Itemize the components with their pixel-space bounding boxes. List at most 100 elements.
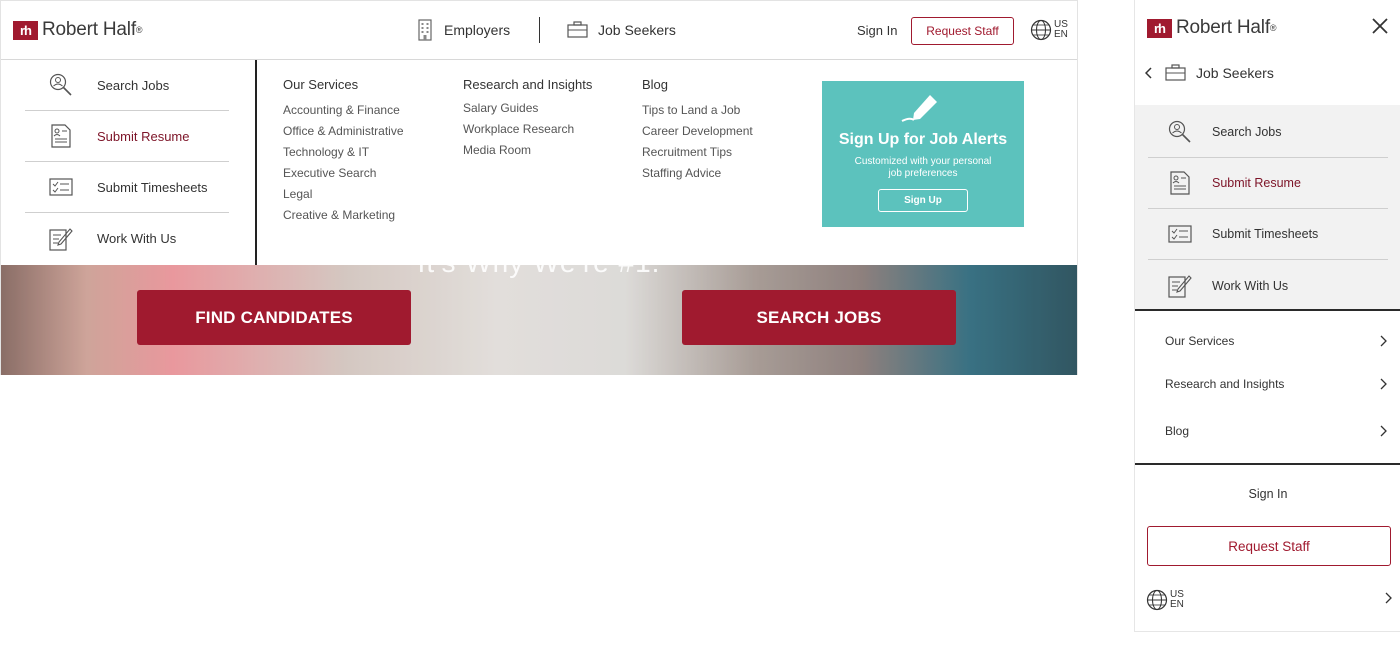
section-label: Our Services xyxy=(1165,334,1235,348)
timesheet-icon xyxy=(49,178,73,196)
job-seekers-mega-menu: Our Services Accounting & Finance Office… xyxy=(257,60,1077,265)
mobile-menu-panel: rh Robert Half ® Job Seekers Search Jobs … xyxy=(1134,0,1400,632)
quick-link-label: Submit Timesheets xyxy=(1212,227,1319,241)
quick-link-search-jobs[interactable]: Search Jobs xyxy=(25,60,229,111)
find-candidates-button[interactable]: FIND CANDIDATES xyxy=(137,290,411,345)
nav-employers[interactable]: Employers xyxy=(418,19,510,41)
quick-link-work-with-us[interactable]: Work With Us xyxy=(1148,260,1388,311)
logo-registered: ® xyxy=(135,25,143,35)
locale-selector[interactable]: US EN xyxy=(1030,19,1068,41)
quick-link-label: Work With Us xyxy=(97,231,177,246)
quick-link-submit-resume[interactable]: Submit Resume xyxy=(25,111,229,162)
chevron-right-icon[interactable] xyxy=(1384,592,1392,604)
menu-link[interactable]: Technology & IT xyxy=(283,142,404,163)
quick-link-label: Search Jobs xyxy=(1212,125,1282,139)
back-to-job-seekers[interactable]: Job Seekers xyxy=(1145,64,1274,81)
quick-link-submit-resume[interactable]: Submit Resume xyxy=(1148,158,1388,209)
logo-registered: ® xyxy=(1269,23,1277,33)
robert-half-logo[interactable]: rh Robert Half ® xyxy=(1147,17,1277,39)
timesheet-icon xyxy=(1168,225,1192,243)
nav-divider xyxy=(539,17,540,43)
menu-column-heading[interactable]: Blog xyxy=(642,77,753,92)
mobile-request-staff-button[interactable]: Request Staff xyxy=(1147,526,1391,566)
quick-link-label: Submit Resume xyxy=(1212,176,1301,190)
resume-icon xyxy=(51,124,71,148)
job-alerts-promo: Sign Up for Job Alerts Customized with y… xyxy=(822,81,1024,227)
menu-column-heading[interactable]: Research and Insights xyxy=(463,77,592,92)
quick-link-label: Search Jobs xyxy=(97,77,170,93)
menu-link[interactable]: Office & Administrative xyxy=(283,121,404,142)
request-staff-button[interactable]: Request Staff xyxy=(911,17,1014,45)
quick-link-work-with-us[interactable]: Work With Us xyxy=(25,213,229,264)
globe-icon xyxy=(1030,19,1052,41)
mobile-locale-selector[interactable]: US EN xyxy=(1146,589,1184,611)
mobile-sign-in-link[interactable]: Sign In xyxy=(1135,487,1400,501)
logo-text: Robert Half xyxy=(1176,17,1270,38)
mobile-quick-links: Search Jobs Submit Resume Submit Timeshe… xyxy=(1135,105,1400,311)
menu-link[interactable]: Creative & Marketing xyxy=(283,205,404,226)
quick-link-label: Submit Timesheets xyxy=(97,179,208,195)
menu-link[interactable]: Staffing Advice xyxy=(642,163,753,184)
menu-link[interactable]: Salary Guides xyxy=(463,98,592,119)
hero-tagline: It's Why We're #1. xyxy=(1,265,1077,279)
menu-link[interactable]: Tips to Land a Job xyxy=(642,100,753,121)
globe-icon xyxy=(1146,589,1168,611)
promo-subtitle: Customized with your personal job prefer… xyxy=(854,156,992,179)
menu-link[interactable]: Media Room xyxy=(463,140,592,161)
menu-column-heading[interactable]: Our Services xyxy=(283,77,404,92)
search-person-icon xyxy=(1168,120,1191,143)
chevron-left-icon xyxy=(1145,66,1152,79)
quick-link-submit-timesheets[interactable]: Submit Timesheets xyxy=(25,162,229,213)
quick-link-submit-timesheets[interactable]: Submit Timesheets xyxy=(1148,209,1388,260)
mobile-section-blog[interactable]: Blog xyxy=(1165,424,1387,438)
pen-document-icon xyxy=(49,227,73,251)
locale-language: EN xyxy=(1170,599,1184,610)
search-jobs-button[interactable]: SEARCH JOBS xyxy=(682,290,956,345)
menu-column-blog: Blog Tips to Land a Job Career Developme… xyxy=(642,77,753,184)
top-navigation-bar: rh Robert Half ® Employers Job Seekers Si… xyxy=(1,1,1077,60)
section-divider xyxy=(1135,463,1400,465)
menu-link[interactable]: Legal xyxy=(283,184,404,205)
robert-half-logo[interactable]: rh Robert Half ® xyxy=(13,19,143,41)
mobile-section-research[interactable]: Research and Insights xyxy=(1165,377,1387,391)
section-label: Blog xyxy=(1165,424,1190,438)
menu-column-research: Research and Insights Salary Guides Work… xyxy=(463,77,592,161)
mobile-section-our-services[interactable]: Our Services xyxy=(1165,334,1387,348)
menu-link[interactable]: Recruitment Tips xyxy=(642,142,753,163)
menu-link[interactable]: Workplace Research xyxy=(463,119,592,140)
back-label: Job Seekers xyxy=(1196,64,1274,81)
quick-link-label: Work With Us xyxy=(1212,278,1289,293)
nav-job-seekers-label: Job Seekers xyxy=(598,21,676,38)
menu-link[interactable]: Executive Search xyxy=(283,163,404,184)
pen-document-icon xyxy=(1168,274,1192,298)
promo-title: Sign Up for Job Alerts xyxy=(838,131,1008,148)
logo-mark: rh xyxy=(1147,18,1172,38)
sign-up-button[interactable]: Sign Up xyxy=(878,189,968,212)
locale-code: US EN xyxy=(1170,590,1184,610)
briefcase-icon xyxy=(567,21,588,38)
quick-link-label: Submit Resume xyxy=(97,128,190,144)
menu-column-our-services: Our Services Accounting & Finance Office… xyxy=(283,77,404,226)
pencil-signature-icon xyxy=(901,95,937,122)
logo-mark: rh xyxy=(13,20,38,40)
nav-employers-label: Employers xyxy=(444,22,511,38)
locale-language: EN xyxy=(1054,29,1068,40)
chevron-right-icon xyxy=(1380,425,1387,437)
close-icon[interactable] xyxy=(1370,16,1390,36)
sign-in-link[interactable]: Sign In xyxy=(857,23,897,38)
locale-code: US EN xyxy=(1054,20,1068,40)
nav-job-seekers[interactable]: Job Seekers xyxy=(567,21,676,38)
quick-link-search-jobs[interactable]: Search Jobs xyxy=(1148,107,1388,158)
briefcase-icon xyxy=(1165,64,1186,81)
desktop-view: rh Robert Half ® Employers Job Seekers Si… xyxy=(0,0,1078,375)
resume-icon xyxy=(1170,171,1190,195)
chevron-right-icon xyxy=(1380,378,1387,390)
hero-banner: It's Why We're #1. FIND CANDIDATES SEARC… xyxy=(1,265,1077,375)
logo-text: Robert Half xyxy=(42,19,136,40)
menu-link[interactable]: Career Development xyxy=(642,121,753,142)
job-seekers-quick-links: Search Jobs Submit Resume Submit Timeshe… xyxy=(1,60,257,265)
building-icon xyxy=(418,19,432,41)
search-person-icon xyxy=(49,73,72,96)
chevron-right-icon xyxy=(1380,335,1387,347)
menu-link[interactable]: Accounting & Finance xyxy=(283,100,404,121)
